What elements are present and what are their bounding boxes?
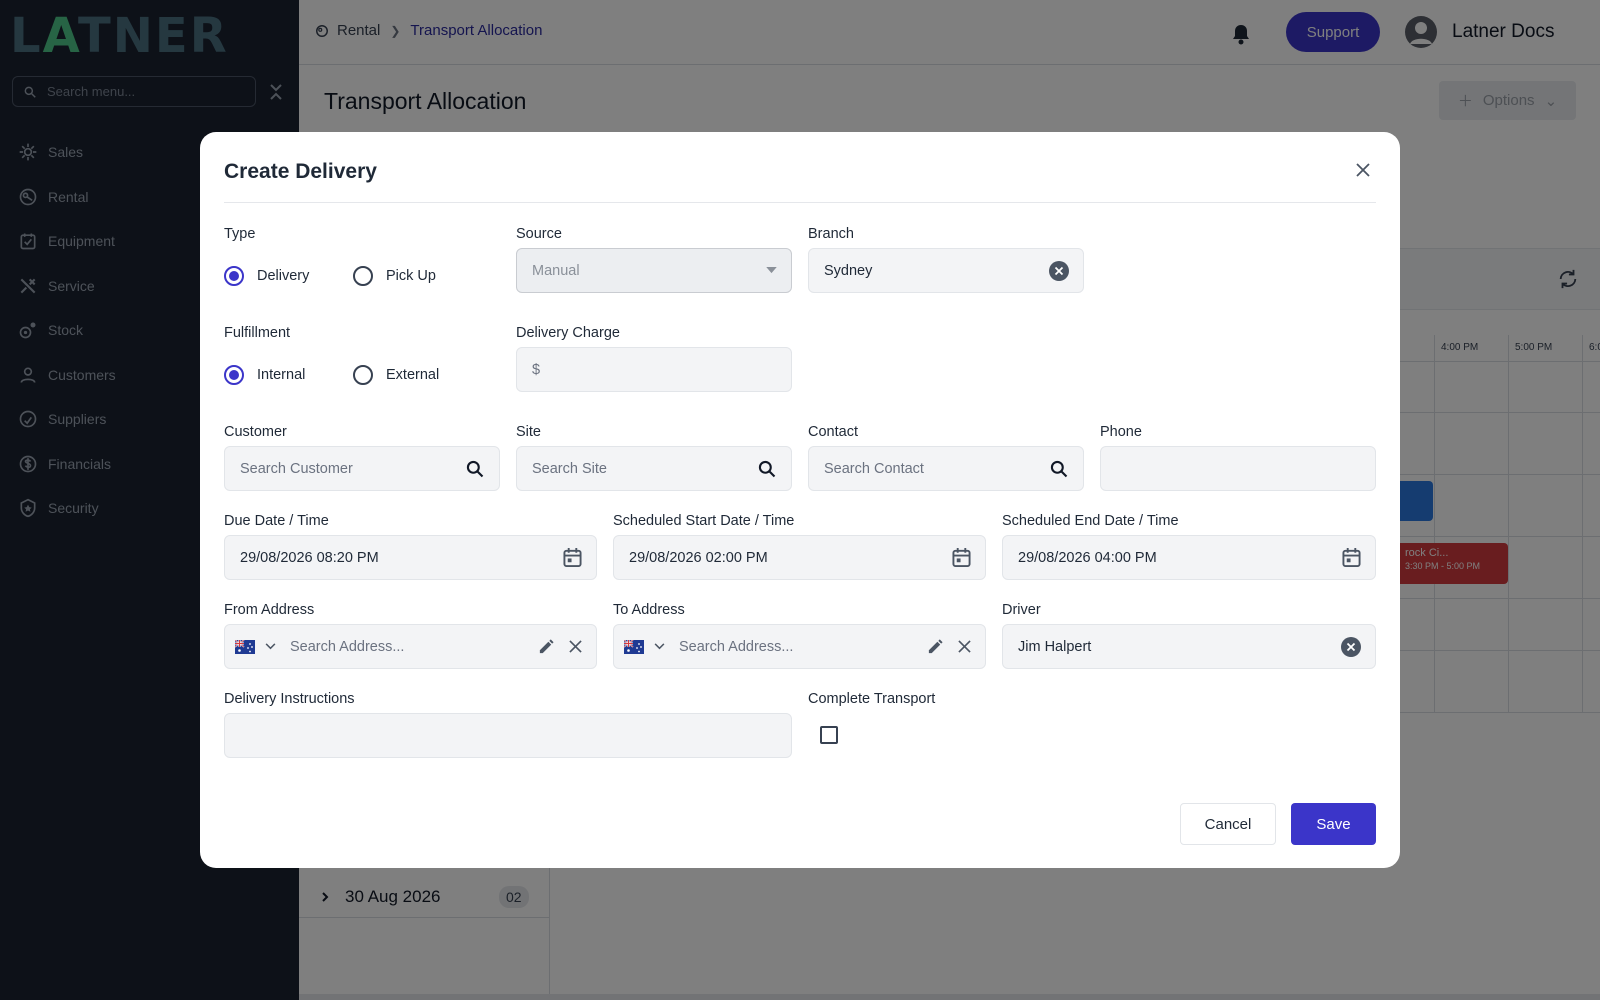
chevron-down-icon[interactable] bbox=[265, 643, 276, 650]
search-icon[interactable] bbox=[757, 459, 777, 479]
caret-down-icon bbox=[766, 267, 777, 274]
complete-transport-label: Complete Transport bbox=[808, 691, 936, 707]
calendar-icon[interactable] bbox=[563, 547, 582, 568]
type-pickup-option[interactable]: Pick Up bbox=[353, 266, 436, 286]
fulfillment-internal-option[interactable]: Internal bbox=[224, 365, 305, 385]
contact-field[interactable] bbox=[808, 446, 1084, 491]
divider bbox=[224, 202, 1376, 203]
driver-field[interactable]: Jim Halpert bbox=[1002, 624, 1376, 669]
australia-flag-icon[interactable] bbox=[624, 639, 644, 654]
type-delivery-option[interactable]: Delivery bbox=[224, 266, 309, 286]
close-icon[interactable] bbox=[1355, 162, 1371, 178]
scheduled-end-value: 29/08/2026 04:00 PM bbox=[1018, 549, 1157, 566]
calendar-icon[interactable] bbox=[1342, 547, 1361, 568]
phone-field[interactable] bbox=[1100, 446, 1376, 491]
radio-label: Delivery bbox=[257, 268, 310, 284]
radio-label: External bbox=[386, 367, 440, 383]
complete-transport-checkbox[interactable] bbox=[820, 726, 838, 744]
create-delivery-modal: Create Delivery Type Delivery Pick Up So… bbox=[200, 132, 1400, 868]
fulfillment-external-option[interactable]: External bbox=[353, 365, 439, 385]
clear-circle-icon[interactable] bbox=[1049, 260, 1069, 281]
delivery-charge-label: Delivery Charge bbox=[516, 325, 620, 341]
scheduled-end-field[interactable]: 29/08/2026 04:00 PM bbox=[1002, 535, 1376, 580]
type-label: Type bbox=[224, 226, 256, 242]
delivery-instructions-input[interactable] bbox=[240, 727, 777, 744]
radio-label: Pick Up bbox=[386, 268, 436, 284]
fulfillment-label: Fulfillment bbox=[224, 325, 291, 341]
phone-input[interactable] bbox=[1116, 460, 1361, 477]
source-select[interactable]: Manual bbox=[516, 248, 792, 293]
chevron-down-icon[interactable] bbox=[654, 643, 665, 650]
modal-title: Create Delivery bbox=[224, 160, 377, 183]
driver-label: Driver bbox=[1002, 602, 1041, 618]
save-button[interactable]: Save bbox=[1291, 803, 1376, 845]
delivery-charge-input[interactable] bbox=[548, 361, 777, 378]
currency-prefix: $ bbox=[532, 361, 541, 378]
scheduled-start-label: Scheduled Start Date / Time bbox=[613, 513, 795, 529]
site-field[interactable] bbox=[516, 446, 792, 491]
contact-search-input[interactable] bbox=[824, 460, 1049, 477]
edit-icon[interactable] bbox=[927, 638, 944, 655]
search-icon[interactable] bbox=[1049, 459, 1069, 479]
radio-label: Internal bbox=[257, 367, 306, 383]
radio-button[interactable] bbox=[224, 365, 244, 385]
radio-button[interactable] bbox=[224, 266, 244, 286]
radio-button[interactable] bbox=[353, 266, 373, 286]
from-address-input[interactable] bbox=[290, 638, 538, 655]
source-value: Manual bbox=[532, 262, 580, 279]
from-address-label: From Address bbox=[224, 602, 315, 618]
search-icon[interactable] bbox=[465, 459, 485, 479]
clear-circle-icon[interactable] bbox=[1341, 636, 1361, 657]
radio-button[interactable] bbox=[353, 365, 373, 385]
to-address-field[interactable] bbox=[613, 624, 986, 669]
from-address-field[interactable] bbox=[224, 624, 597, 669]
to-address-label: To Address bbox=[613, 602, 685, 618]
scheduled-end-label: Scheduled End Date / Time bbox=[1002, 513, 1179, 529]
to-address-input[interactable] bbox=[679, 638, 927, 655]
delivery-instructions-label: Delivery Instructions bbox=[224, 691, 355, 707]
phone-label: Phone bbox=[1100, 424, 1142, 440]
delivery-charge-field[interactable]: $ bbox=[516, 347, 792, 392]
australia-flag-icon[interactable] bbox=[235, 639, 255, 654]
branch-value: Sydney bbox=[824, 262, 873, 279]
site-search-input[interactable] bbox=[532, 460, 757, 477]
source-label: Source bbox=[516, 226, 562, 242]
delivery-instructions-field[interactable] bbox=[224, 713, 792, 758]
contact-label: Contact bbox=[808, 424, 858, 440]
driver-value: Jim Halpert bbox=[1018, 638, 1092, 655]
site-label: Site bbox=[516, 424, 541, 440]
customer-search-input[interactable] bbox=[240, 460, 465, 477]
due-date-value: 29/08/2026 08:20 PM bbox=[240, 549, 379, 566]
edit-icon[interactable] bbox=[538, 638, 555, 655]
due-date-field[interactable]: 29/08/2026 08:20 PM bbox=[224, 535, 597, 580]
branch-label: Branch bbox=[808, 226, 854, 242]
calendar-icon[interactable] bbox=[952, 547, 971, 568]
scheduled-start-field[interactable]: 29/08/2026 02:00 PM bbox=[613, 535, 986, 580]
scheduled-start-value: 29/08/2026 02:00 PM bbox=[629, 549, 768, 566]
close-icon[interactable] bbox=[958, 640, 971, 653]
customer-label: Customer bbox=[224, 424, 287, 440]
customer-field[interactable] bbox=[224, 446, 500, 491]
close-icon[interactable] bbox=[569, 640, 582, 653]
cancel-button[interactable]: Cancel bbox=[1180, 803, 1276, 845]
due-date-label: Due Date / Time bbox=[224, 513, 329, 529]
branch-field[interactable]: Sydney bbox=[808, 248, 1084, 293]
